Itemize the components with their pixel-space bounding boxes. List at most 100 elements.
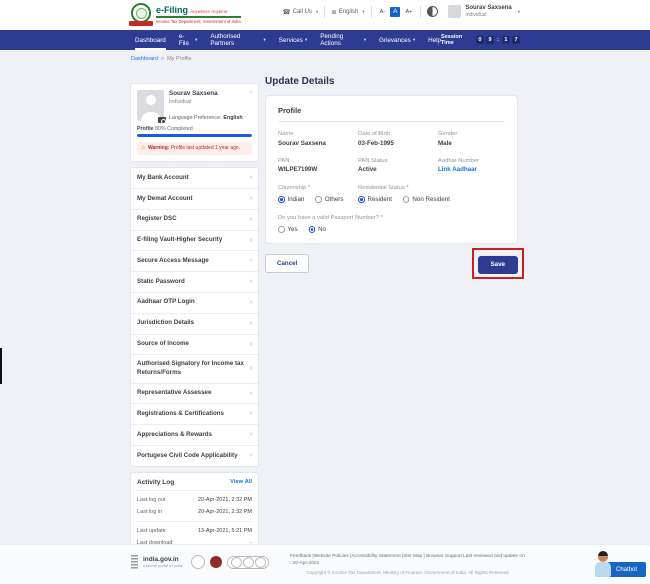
chevron-right-icon[interactable]: › xyxy=(250,90,252,96)
session-digit: 7 xyxy=(512,36,520,44)
sidebar-item-label: Secure Access Message xyxy=(137,257,209,266)
link-aadhaar-link[interactable]: Link Aadhaar xyxy=(438,166,505,173)
sidebar-item-label: Registrations & Certifications xyxy=(137,410,224,419)
sidebar-item-label: Source of Income xyxy=(137,340,189,349)
sidebar-item-secure-access-message[interactable]: Secure Access Message › xyxy=(131,251,258,272)
profile-warning-banner: ⚠ Warning: Profile last updated 1 year a… xyxy=(137,142,252,155)
india-gov-emblem-icon xyxy=(131,555,138,569)
sidebar-item-authorised-signatory[interactable]: Authorised Signatory for Income tax Retu… xyxy=(131,355,258,383)
radio-label: Non Resident xyxy=(412,196,450,203)
footer-copyright: Copyright © Income Tax Department, Minis… xyxy=(290,570,525,577)
field-label: PAN Status xyxy=(358,158,438,164)
chevron-right-icon: › xyxy=(250,236,252,246)
sidebar-item-my-bank-account[interactable]: My Bank Account› xyxy=(131,168,258,189)
profile-progress-label: Profile xyxy=(137,126,153,132)
activity-log-title: Activity Log xyxy=(137,479,174,486)
radio-icon xyxy=(278,196,285,203)
certification-badges-group-icon xyxy=(227,556,269,569)
citizenship-label: Citizenship xyxy=(278,185,306,191)
divider xyxy=(137,521,252,522)
radio-label: Others xyxy=(325,196,344,203)
radio-citizenship-indian[interactable]: Indian xyxy=(278,196,304,203)
sidebar-item-e-filing-vault[interactable]: E-filing Vault-Higher Security› xyxy=(131,231,258,252)
user-menu[interactable]: Sourav Saxsena Individual xyxy=(448,5,520,18)
nav-authorised-partners[interactable]: Authorised Partners xyxy=(210,30,265,50)
required-mark: * xyxy=(406,185,408,191)
activity-row-last-log-out: Last log out 20-Apr-2021, 2:32 PM xyxy=(137,497,252,503)
nav-pending-actions[interactable]: Pending Actions xyxy=(320,30,366,50)
required-mark: * xyxy=(380,215,382,221)
radio-citizenship-others[interactable]: Others xyxy=(315,196,343,203)
sidebar-item-my-demat-account[interactable]: My Demat Account› xyxy=(131,189,258,210)
form-actions: Cancel Save xyxy=(265,253,518,274)
footer-links[interactable]: Feedback |Website Policies |Accessibilit… xyxy=(290,554,462,559)
language-selector[interactable]: ⊕ English xyxy=(331,8,364,16)
brand-title: e-Filing xyxy=(156,5,188,15)
sidebar-item-label: Aadhaar OTP Login xyxy=(137,298,195,307)
radio-residential-resident[interactable]: Resident xyxy=(358,196,392,203)
radio-residential-non-resident[interactable]: Non Resident xyxy=(403,196,450,203)
divider xyxy=(371,6,372,18)
chevron-right-icon: › xyxy=(250,364,252,374)
sidebar-item-appreciations-rewards[interactable]: Appreciations & Rewards› xyxy=(131,425,258,446)
activity-row-last-update: Last update 13-Apr-2021, 5:21 PM xyxy=(137,528,252,534)
india-gov-subtitle: national portal of india xyxy=(143,563,182,568)
activity-value: 13-Apr-2021, 5:21 PM xyxy=(198,528,252,534)
sidebar-item-jurisdiction-details[interactable]: Jurisdiction Details› xyxy=(131,314,258,335)
field-value: Active xyxy=(358,166,438,173)
session-digit: 0 xyxy=(476,36,484,44)
radio-icon xyxy=(278,226,285,233)
language-preference-label: Language Preference: xyxy=(169,115,221,121)
sidebar-item-portugese-civil-code[interactable]: Portugese Civil Code Applicability› xyxy=(131,446,258,466)
chevron-right-icon: › xyxy=(250,256,252,266)
call-us-button[interactable]: ☎ Call Us xyxy=(283,8,319,16)
profile-name: Sourav Saxsena xyxy=(169,90,218,97)
nav-dashboard[interactable]: Dashboard xyxy=(135,30,166,50)
sidebar-item-source-of-income[interactable]: Source of Income › xyxy=(131,335,258,356)
profile-progress-text: Profile 80% Completed xyxy=(137,126,252,132)
nav-grievances[interactable]: Grievances xyxy=(379,30,415,50)
chevron-right-icon: › xyxy=(250,340,252,350)
profile-sidebar: Sourav Saxsena › Individual Language Pre… xyxy=(130,83,259,565)
sidebar-item-registrations-certifications[interactable]: Registrations & Certifications› xyxy=(131,404,258,425)
nav-services[interactable]: Services xyxy=(279,30,307,50)
chevron-right-icon: › xyxy=(250,194,252,204)
certification-badge-icon xyxy=(191,555,205,569)
field-label: Date of Birth xyxy=(358,131,438,137)
chevron-right-icon: › xyxy=(250,389,252,399)
save-button[interactable]: Save xyxy=(478,256,518,274)
brand-tagline: Anywhere Anytime xyxy=(190,9,227,14)
font-decrease-button[interactable]: A- xyxy=(378,8,388,16)
view-all-link[interactable]: View All xyxy=(230,479,252,485)
sidebar-item-register-dsc[interactable]: Register DSC› xyxy=(131,210,258,231)
sidebar-item-static-password[interactable]: Static Password› xyxy=(131,272,258,293)
field-date-of-birth: Date of Birth 03-Feb-1995 xyxy=(358,131,438,147)
activity-value: 20-Apr-2021, 2:32 PM xyxy=(198,509,252,515)
nav-help[interactable]: Help xyxy=(428,30,441,50)
font-default-button[interactable]: A xyxy=(390,7,400,17)
activity-label: Last log out xyxy=(137,497,165,503)
cancel-button[interactable]: Cancel xyxy=(265,254,309,273)
sidebar-item-representative-assessee[interactable]: Representative Assessee› xyxy=(131,384,258,405)
profile-details-card: Profile Name Sourav Saxsena Date of Birt… xyxy=(265,95,518,244)
breadcrumb-dashboard-link[interactable]: Dashboard xyxy=(131,56,158,62)
camera-icon[interactable] xyxy=(158,117,166,123)
language-preference-value: English xyxy=(223,115,242,121)
session-digit: 9 xyxy=(486,36,494,44)
globe-icon: ⊕ xyxy=(331,8,336,16)
contrast-toggle[interactable] xyxy=(427,6,438,17)
field-value: Male xyxy=(438,140,505,147)
warning-text: Profile last updated 1 year ago. xyxy=(171,145,240,151)
radio-passport-no[interactable]: No xyxy=(309,226,326,233)
chevron-right-icon: › xyxy=(250,319,252,329)
nav-e-file[interactable]: e-File xyxy=(179,30,198,50)
session-timer: Session Time 0 9 : 1 7 xyxy=(441,34,520,46)
profile-progress-bar xyxy=(137,134,252,137)
chatbot-button[interactable]: Chatbot xyxy=(607,562,646,577)
divider xyxy=(324,6,325,18)
font-increase-button[interactable]: A+ xyxy=(403,8,414,16)
sidebar-item-aadhaar-otp-login[interactable]: Aadhaar OTP Login› xyxy=(131,293,258,314)
radio-passport-yes[interactable]: Yes xyxy=(278,226,298,233)
divider xyxy=(278,121,505,122)
sidebar-item-label: Appreciations & Rewards xyxy=(137,431,212,440)
